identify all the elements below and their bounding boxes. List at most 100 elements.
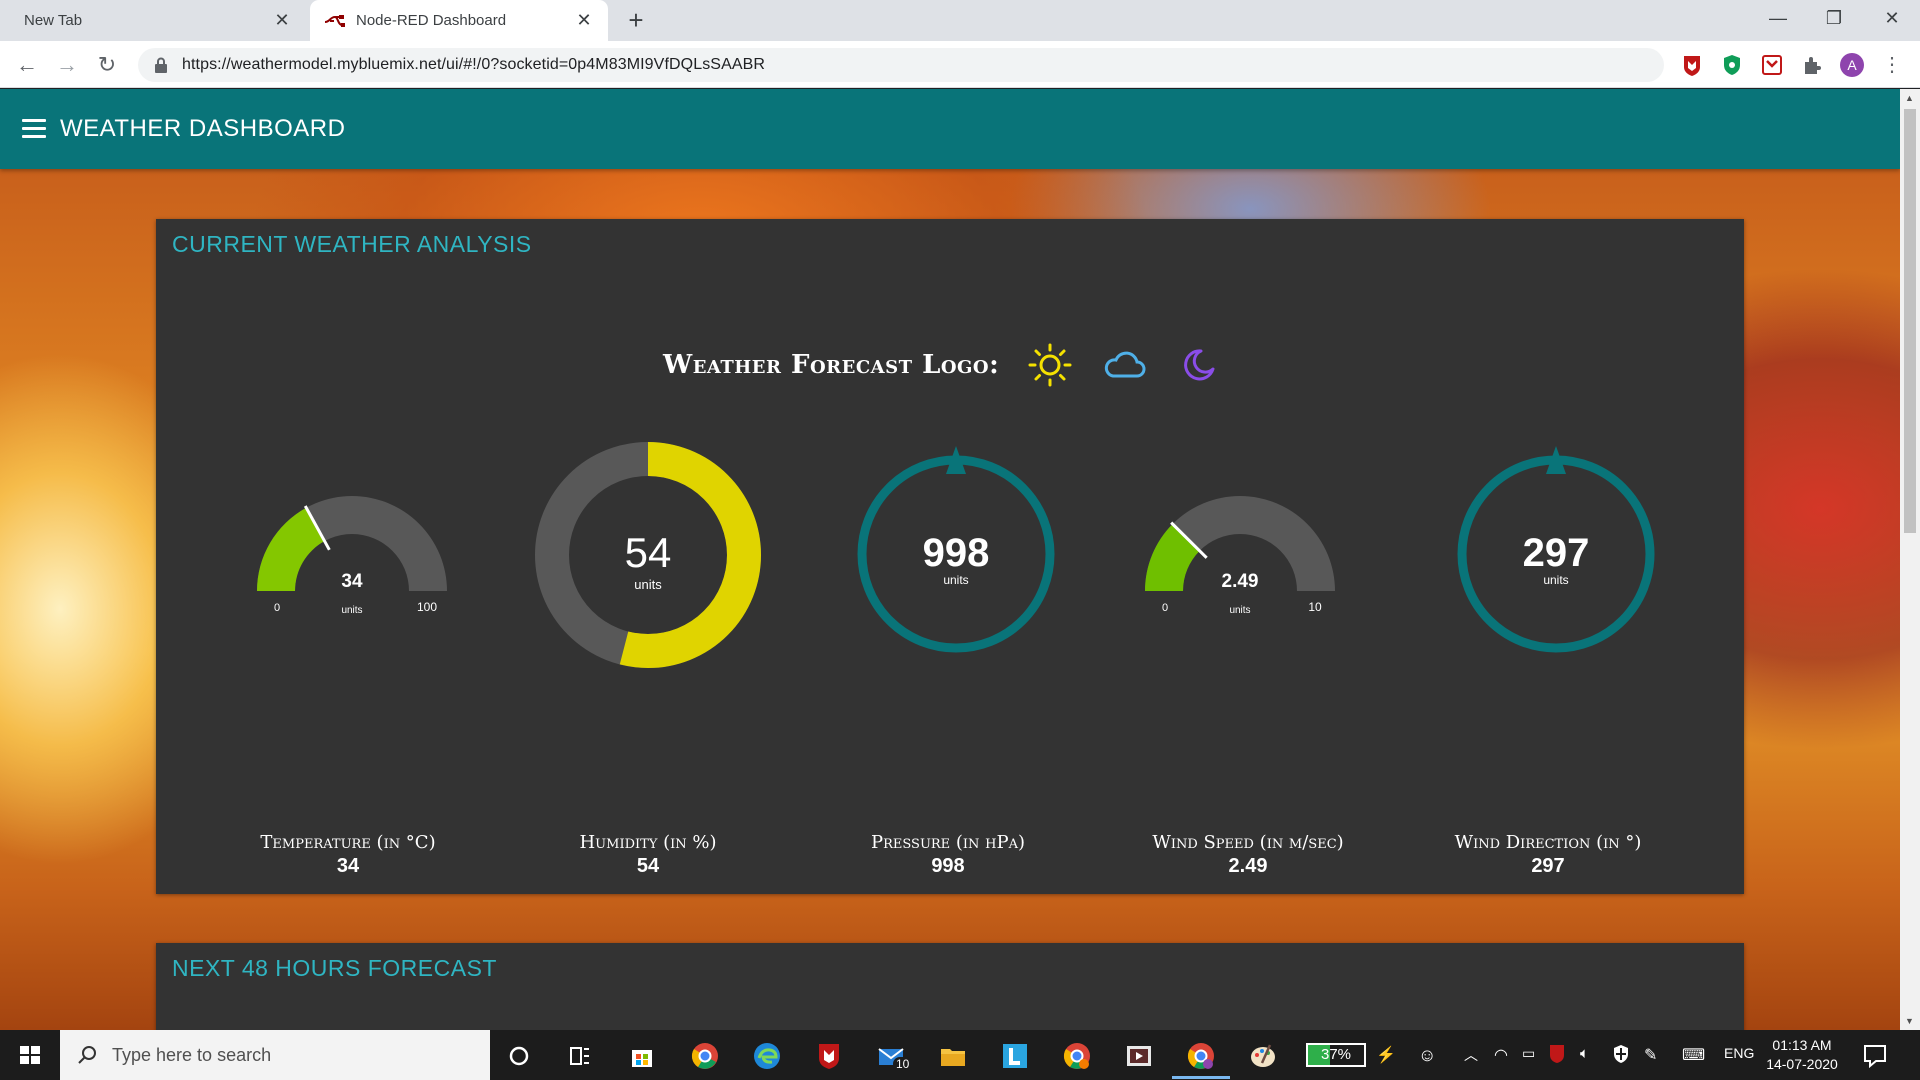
gauge-min: 0	[274, 602, 280, 614]
defender-tray-icon[interactable]	[1612, 1044, 1630, 1064]
wind-speed-label: Wind Speed (in m/sec) 2.49	[1108, 832, 1388, 878]
file-explorer-icon[interactable]	[938, 1041, 968, 1071]
paint-icon[interactable]	[1248, 1041, 1278, 1071]
forward-icon[interactable]: →	[52, 50, 82, 80]
back-icon[interactable]: ←	[12, 50, 42, 80]
tab-strip: New Tab ✕ Node-RED Dashboard ✕ + — ❐ ✕	[0, 0, 1920, 41]
wifi-icon[interactable]: ◠	[1494, 1045, 1508, 1065]
gauge-max: 100	[417, 600, 437, 614]
cortana-icon[interactable]	[504, 1041, 534, 1071]
more-menu-icon[interactable]: ⋮	[1880, 53, 1904, 77]
minimize-icon[interactable]: —	[1750, 0, 1806, 36]
gauge-value: 297	[1523, 531, 1590, 575]
label-value: 34	[336, 855, 360, 877]
label-value: 2.49	[1228, 855, 1268, 877]
clock-date: 14-07-2020	[1766, 1056, 1838, 1072]
gauge-min: 0	[1162, 602, 1168, 614]
keyboard-icon[interactable]: ⌨	[1682, 1045, 1705, 1065]
page-scrollbar[interactable]: ▲ ▼	[1900, 89, 1920, 1030]
taskbar-search-box[interactable]: Type here to search	[60, 1030, 490, 1080]
lock-icon	[155, 57, 167, 73]
scroll-down-icon[interactable]: ▼	[1905, 1016, 1914, 1026]
card-title: NEXT 48 HOURS FORECAST	[172, 955, 497, 981]
gauge-value: 54	[625, 529, 672, 576]
gauge-units: units	[943, 573, 968, 587]
notifications-icon[interactable]	[1862, 1042, 1888, 1068]
extensions-puzzle-icon[interactable]	[1800, 53, 1824, 77]
charging-plug-icon: ⚡	[1376, 1047, 1396, 1064]
moon-icon	[1184, 349, 1215, 381]
mcafee-extension-icon[interactable]	[1680, 53, 1704, 77]
shield-extension-icon[interactable]	[1720, 53, 1744, 77]
tab-label: New Tab	[24, 12, 83, 29]
battery-percent: 37%	[1320, 1046, 1352, 1063]
windows-taskbar: Type here to search 10 37% ⚡ ☺ ︿ ◠ ▭ 🔈︎ …	[0, 1030, 1920, 1080]
active-app-indicator	[1172, 1076, 1230, 1079]
tab-node-red-dashboard[interactable]: Node-RED Dashboard ✕	[310, 0, 608, 41]
close-window-icon[interactable]: ✕	[1864, 0, 1920, 36]
wind-direction-label: Wind Direction (in °) 297	[1408, 832, 1688, 878]
battery-tray-icon[interactable]: ▭	[1522, 1045, 1535, 1062]
chrome-active-icon[interactable]	[1186, 1041, 1216, 1071]
gauge-max: 10	[1308, 600, 1322, 614]
chrome-icon[interactable]	[690, 1041, 720, 1071]
launcher-l-icon[interactable]	[1000, 1041, 1030, 1071]
label-name: Wind Speed (in m/sec)	[1152, 832, 1344, 853]
media-player-icon[interactable]	[1124, 1041, 1154, 1071]
people-icon[interactable]: ☺	[1418, 1045, 1436, 1066]
label-value: 998	[931, 855, 965, 877]
browser-toolbar: ← → ↻ https://weathermodel.mybluemix.net…	[0, 41, 1920, 88]
gauge-units: units	[634, 577, 662, 592]
store-icon[interactable]	[627, 1041, 657, 1071]
hamburger-menu-icon[interactable]	[22, 119, 46, 139]
scroll-up-icon[interactable]: ▲	[1905, 93, 1914, 103]
search-placeholder: Type here to search	[112, 1044, 272, 1065]
humidity-label: Humidity (in %) 54	[508, 832, 788, 878]
sun-icon	[1028, 343, 1072, 387]
dashboard-page: WEATHER DASHBOARD CURRENT WEATHER ANALYS…	[0, 89, 1920, 1030]
close-tab-icon[interactable]: ✕	[272, 10, 292, 30]
pen-icon[interactable]: ✎	[1644, 1045, 1657, 1065]
reload-icon[interactable]: ↻	[92, 50, 122, 80]
wind-direction-compass-gauge: 297 units	[1457, 446, 1655, 653]
windows-start-icon[interactable]	[0, 1030, 60, 1080]
mcafee-tray-icon[interactable]	[1548, 1044, 1566, 1064]
temperature-gauge: 34 units 0 100	[257, 496, 447, 616]
weather-logo-label: Weather Forecast Logo:	[663, 350, 1000, 380]
humidity-donut-gauge: 54 units	[535, 442, 761, 668]
address-bar[interactable]: https://weathermodel.mybluemix.net/ui/#!…	[138, 48, 1664, 82]
new-tab-button[interactable]: +	[622, 6, 650, 34]
tab-new-tab[interactable]: New Tab ✕	[0, 0, 306, 41]
mcafee-icon[interactable]	[814, 1041, 844, 1071]
battery-indicator[interactable]: 37%	[1306, 1043, 1366, 1067]
gauge-units: units	[1543, 573, 1568, 587]
gauge-units: units	[1229, 605, 1250, 616]
cloud-icon	[1105, 351, 1146, 378]
pressure-label: Pressure (in hPa) 998	[808, 832, 1088, 878]
clock-time: 01:13 AM	[1772, 1037, 1832, 1053]
show-hidden-icons-chevron-icon[interactable]: ︿	[1464, 1045, 1478, 1065]
wind-speed-gauge: 2.49 units 0 10	[1145, 496, 1335, 616]
weather-logo-row: Weather Forecast Logo:	[663, 342, 1221, 388]
clock[interactable]: 01:13 AM 14-07-2020	[1757, 1036, 1847, 1074]
label-value: 297	[1531, 855, 1565, 877]
search-icon	[78, 1046, 96, 1064]
chrome-profile-icon[interactable]	[1062, 1041, 1092, 1071]
close-tab-icon[interactable]: ✕	[574, 10, 594, 30]
gauge-value: 998	[923, 531, 990, 575]
language-indicator[interactable]: ENG	[1724, 1045, 1754, 1061]
task-view-icon[interactable]	[565, 1041, 595, 1071]
profile-avatar[interactable]: A	[1840, 53, 1864, 77]
maximize-icon[interactable]: ❐	[1806, 0, 1862, 36]
forecast-card: NEXT 48 HOURS FORECAST	[156, 943, 1744, 1030]
pressure-compass-gauge: 998 units	[857, 446, 1055, 653]
label-name: Temperature (in °C)	[260, 832, 436, 853]
label-value: 54	[636, 855, 660, 877]
current-weather-card: CURRENT WEATHER ANALYSIS Weather Forecas…	[156, 219, 1744, 894]
label-name: Wind Direction (in °)	[1454, 832, 1642, 853]
app-toolbar: WEATHER DASHBOARD	[0, 89, 1900, 169]
scrollbar-thumb[interactable]	[1904, 109, 1916, 533]
edge-icon[interactable]	[752, 1041, 782, 1071]
web-advisor-extension-icon[interactable]	[1760, 53, 1784, 77]
volume-icon[interactable]: 🔈︎	[1580, 1045, 1589, 1062]
